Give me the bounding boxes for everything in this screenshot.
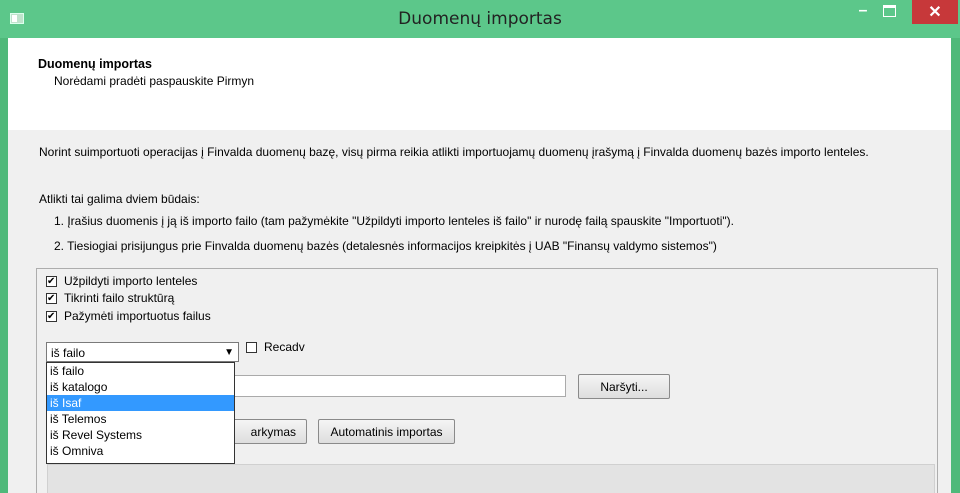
dropdown-option[interactable]: iš failo [47, 363, 234, 379]
check-structure-label: Tikrinti failo struktūrą [64, 291, 175, 305]
source-select[interactable]: iš failo ▼ [46, 342, 239, 362]
title-bar[interactable]: Duomenų importas – ✕ [0, 0, 960, 38]
wizard-header: Duomenų importas Norėdami pradėti paspau… [8, 38, 951, 130]
method-item-1: 1. Įrašius duomenis į ją iš importo fail… [54, 214, 734, 228]
mark-imported-checkbox[interactable]: Pažymėti importuotus failus [46, 309, 211, 323]
checkbox-box[interactable] [246, 341, 257, 353]
dropdown-arrow-icon[interactable]: ▼ [224, 347, 234, 358]
page-subtitle: Norėdami pradėti paspauskite Pirmyn [54, 74, 255, 88]
close-button[interactable]: ✕ [912, 0, 958, 24]
dropdown-option[interactable]: iš Omniva [47, 443, 234, 459]
import-options-panel: Užpildyti importo lenteles Tikrinti fail… [36, 268, 938, 493]
method-item-2: 2. Tiesiogiai prisijungus prie Finvalda … [54, 239, 717, 253]
checkbox-box[interactable] [46, 310, 57, 322]
description-text: Norint suimportuoti operacijas į Finvald… [39, 145, 869, 159]
auto-import-button[interactable]: Automatinis importas [318, 419, 455, 444]
mark-imported-label: Pažymėti importuotus failus [64, 309, 211, 323]
ways-intro: Atlikti tai galima dviem būdais: [39, 192, 200, 206]
dropdown-option[interactable]: iš Telemos [47, 411, 234, 427]
dropdown-option[interactable]: iš katalogo [47, 379, 234, 395]
check-structure-checkbox[interactable]: Tikrinti failo struktūrą [46, 291, 174, 305]
dropdown-option-selected[interactable]: iš Isaf [47, 395, 234, 411]
wizard-window: Duomenų importas Norėdami pradėti paspau… [8, 38, 951, 493]
source-select-value: iš failo [51, 346, 86, 360]
maximize-icon [882, 5, 896, 17]
recadv-label: Recadv [264, 340, 305, 354]
checkbox-box[interactable] [46, 292, 57, 304]
dropdown-option[interactable]: iš Revel Systems [47, 427, 234, 443]
wizard-body: Norint suimportuoti operacijas į Finvald… [8, 130, 951, 493]
minimize-button[interactable]: – [850, 0, 876, 22]
maximize-button[interactable] [876, 0, 902, 22]
file-path-input[interactable] [231, 375, 566, 397]
recadv-checkbox[interactable]: Recadv [246, 340, 305, 354]
browse-button[interactable]: Naršyti... [578, 374, 670, 399]
checkbox-box[interactable] [46, 275, 57, 287]
status-area [47, 464, 935, 493]
fill-tables-label: Užpildyti importo lenteles [64, 274, 198, 288]
source-dropdown-list[interactable]: iš failo iš katalogo iš Isaf iš Telemos … [46, 362, 235, 464]
fill-tables-checkbox[interactable]: Užpildyti importo lenteles [46, 274, 197, 288]
page-title: Duomenų importas [38, 57, 152, 71]
window-title: Duomenų importas [398, 9, 562, 29]
